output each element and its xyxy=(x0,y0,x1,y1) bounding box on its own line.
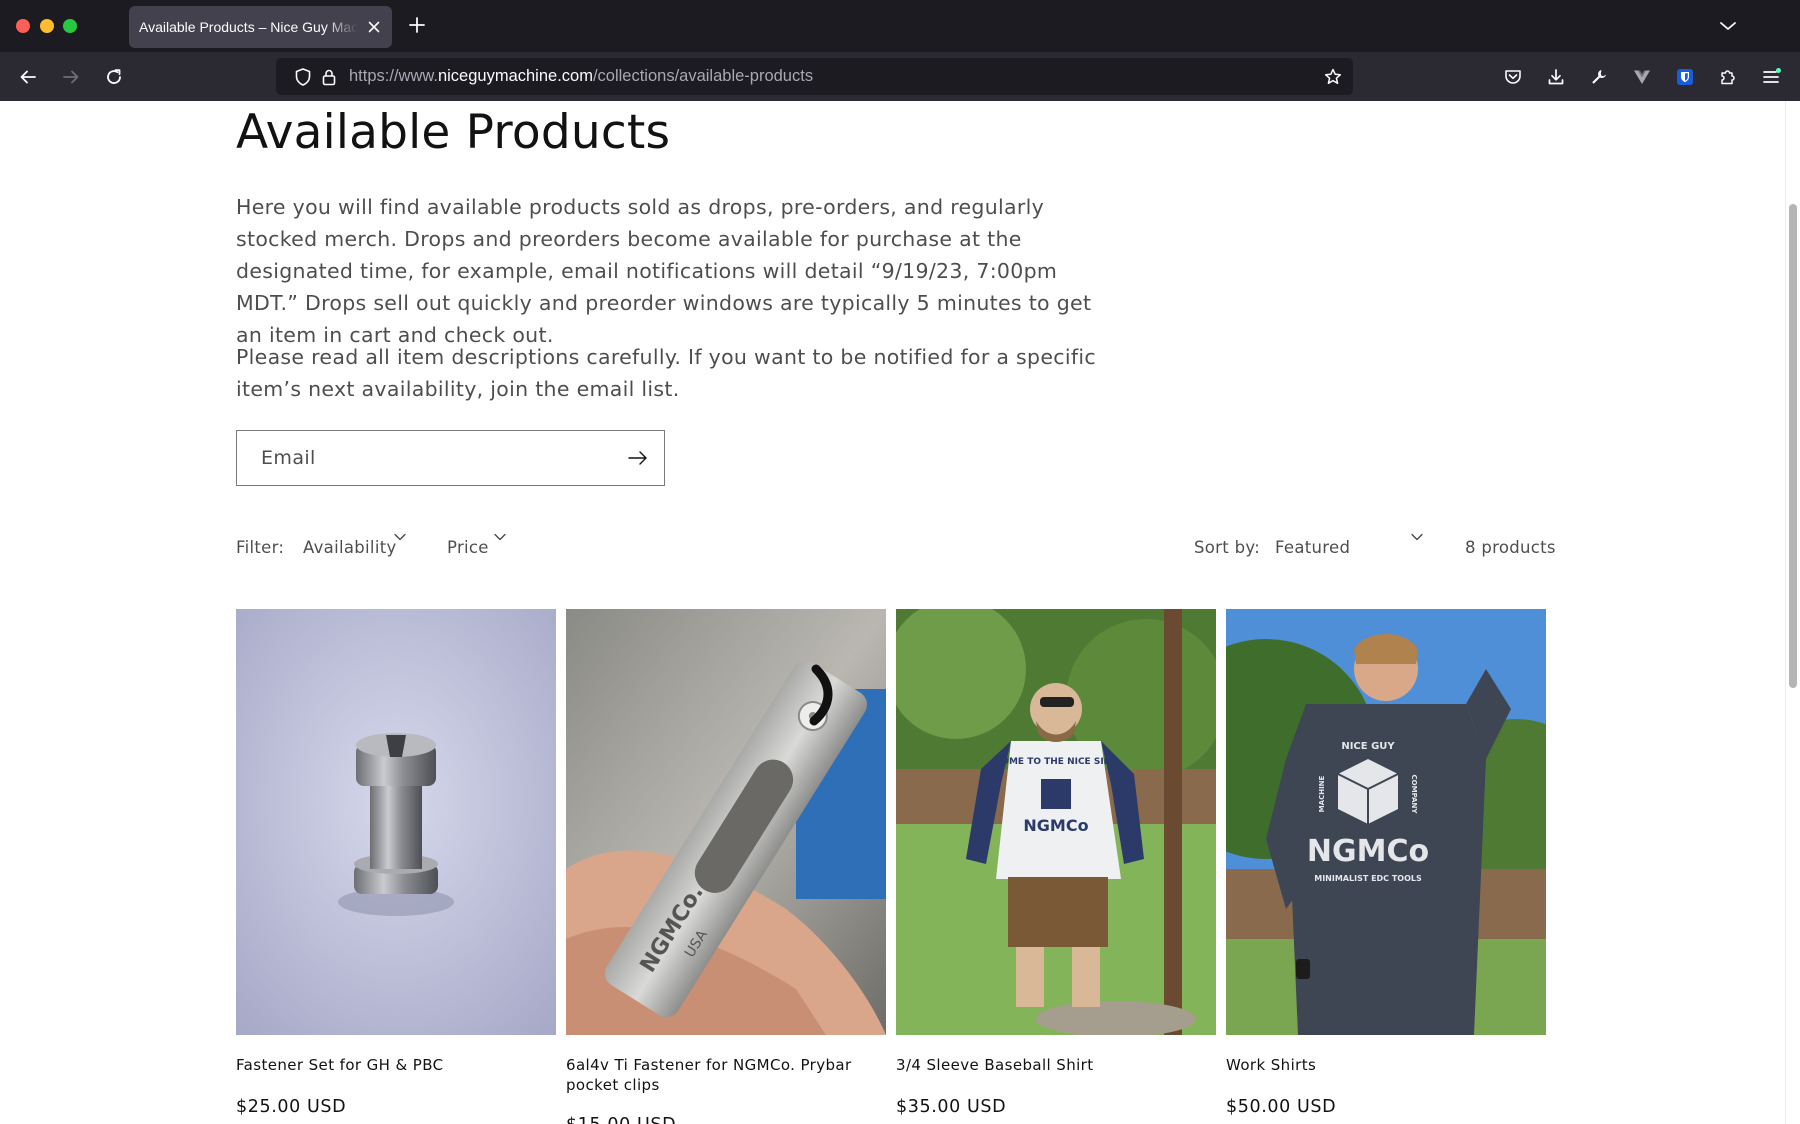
tracking-protection-shield-icon[interactable] xyxy=(293,67,313,87)
downloads-icon[interactable] xyxy=(1546,67,1566,87)
reload-icon[interactable] xyxy=(104,67,124,87)
product-image-work-shirts[interactable]: NICE GUY MACHINE COMPANY NGMCo MINIMALIS… xyxy=(1226,609,1546,1035)
product-price: $35.00 USD xyxy=(896,1097,1007,1117)
work-shirt-left-text: MACHINE xyxy=(1318,775,1326,812)
availability-chevron-down-icon[interactable] xyxy=(394,533,406,541)
price-filter[interactable]: Price xyxy=(447,533,489,563)
page-viewport: Available Products Here you will find av… xyxy=(0,101,1785,1124)
url-host: niceguymachine.com xyxy=(437,67,593,85)
url-text[interactable]: https://www.niceguymachine.com/collectio… xyxy=(349,58,813,95)
url-path: /collections/available-products xyxy=(592,67,814,85)
zoom-window-button[interactable] xyxy=(63,19,77,33)
subscribe-arrow-icon[interactable] xyxy=(626,447,650,469)
page-title: Available Products xyxy=(236,105,671,160)
pocket-icon[interactable] xyxy=(1503,67,1523,87)
url-scheme: https://www. xyxy=(349,67,438,85)
work-shirt-right-text: COMPANY xyxy=(1410,775,1418,815)
sort-chevron-down-icon[interactable] xyxy=(1411,533,1423,541)
product-price: $15.00 USD xyxy=(566,1114,676,1124)
lock-icon[interactable] xyxy=(319,67,339,87)
work-shirt-tagline: MINIMALIST EDC TOOLS xyxy=(1314,874,1422,883)
sort-select[interactable]: Featured xyxy=(1275,533,1350,563)
email-signup-note: Please read all item descriptions carefu… xyxy=(236,345,1096,401)
minimize-window-button[interactable] xyxy=(40,19,54,33)
email-input[interactable] xyxy=(237,431,617,485)
product-title[interactable]: Work Shirts xyxy=(1226,1055,1546,1075)
availability-filter[interactable]: Availability xyxy=(303,533,397,563)
url-bar[interactable]: https://www.niceguymachine.com/collectio… xyxy=(276,58,1353,95)
close-window-button[interactable] xyxy=(16,19,30,33)
browser-navbar: https://www.niceguymachine.com/collectio… xyxy=(0,52,1800,101)
back-icon[interactable] xyxy=(18,67,38,87)
product-image-fastener-set[interactable] xyxy=(236,609,556,1035)
product-price: $25.00 USD xyxy=(236,1097,347,1117)
product-title[interactable]: Fastener Set for GH & PBC xyxy=(236,1055,556,1075)
bitwarden-icon[interactable] xyxy=(1675,67,1695,87)
active-tab[interactable]: Available Products – Nice Guy Machine Co… xyxy=(129,6,392,48)
product-title[interactable]: 6al4v Ti Fastener for NGMCo. Prybar pock… xyxy=(566,1055,886,1095)
list-all-tabs-icon[interactable] xyxy=(1718,17,1738,35)
tab-title: Available Products – Nice Guy Machine Co… xyxy=(139,19,358,35)
collection-description: Here you will find available products so… xyxy=(236,195,1092,347)
product-count: 8 products xyxy=(1465,538,1556,557)
new-tab-icon[interactable] xyxy=(408,16,426,34)
wrench-icon[interactable] xyxy=(1589,67,1609,87)
facet-filters-bar: Filter: Availability Price Sort by: Feat… xyxy=(236,533,1556,563)
page-scrollbar-thumb[interactable] xyxy=(1789,204,1797,688)
product-image-ti-fastener[interactable]: NGMCo. USA xyxy=(566,609,886,1035)
browser-titlebar: Available Products – Nice Guy Machine Co… xyxy=(0,0,1800,52)
app-menu-hamburger-icon[interactable] xyxy=(1761,67,1781,87)
forward-icon[interactable] xyxy=(61,67,81,87)
shirt-arc-text: COME TO THE NICE SIDE xyxy=(995,757,1118,767)
newsletter-email-form xyxy=(236,430,665,486)
shirt-logo-text: NGMCo xyxy=(1023,816,1088,835)
product-price: $50.00 USD xyxy=(1226,1097,1337,1117)
work-shirt-top-text: NICE GUY xyxy=(1341,741,1395,752)
extensions-puzzle-icon[interactable] xyxy=(1718,67,1738,87)
work-shirt-logo-text: NGMCo xyxy=(1307,834,1429,869)
bookmark-star-icon[interactable] xyxy=(1323,67,1343,87)
product-image-baseball-shirt[interactable]: COME TO THE NICE SIDE NGMCo xyxy=(896,609,1216,1035)
vue-devtools-icon[interactable] xyxy=(1632,67,1652,87)
filter-label: Filter: xyxy=(236,538,285,557)
product-title[interactable]: 3/4 Sleeve Baseball Shirt xyxy=(896,1055,1216,1075)
sort-label: Sort by: xyxy=(1194,538,1261,557)
close-tab-icon[interactable] xyxy=(366,19,382,35)
price-chevron-down-icon[interactable] xyxy=(494,533,506,541)
